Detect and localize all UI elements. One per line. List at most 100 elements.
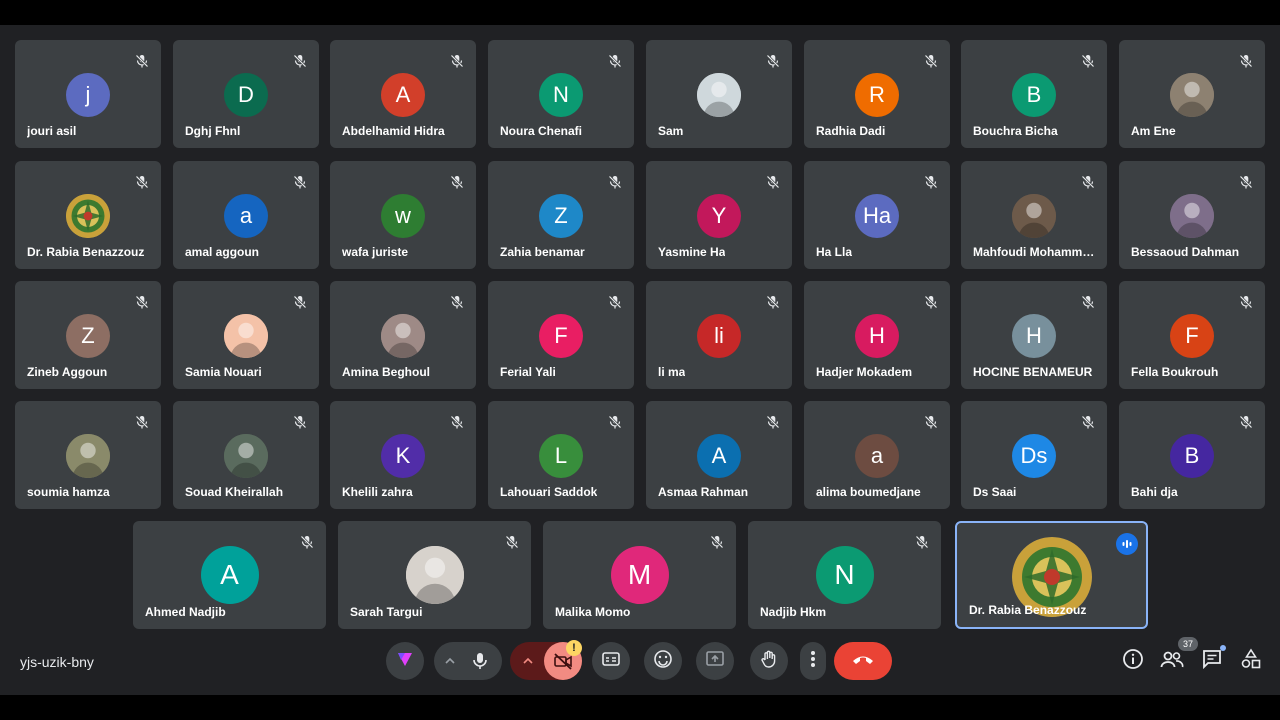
mic-off-icon [1239, 415, 1253, 429]
avatar: A [381, 73, 425, 117]
mic-off-icon [608, 295, 622, 309]
mic-off-icon [135, 415, 149, 429]
avatar: M [610, 546, 669, 604]
mic-off-icon [766, 295, 780, 309]
bottom-control-bar: yjs-uzik-bny ! [0, 640, 1280, 684]
participant-tile[interactable]: A Ahmed Nadjib [133, 521, 326, 629]
avatar: D [224, 73, 268, 117]
participant-tile[interactable]: Am Ene [1119, 40, 1265, 148]
participant-tile[interactable]: w wafa juriste [330, 161, 476, 269]
participant-name: Dr. Rabia Benazzouz [969, 603, 1087, 617]
avatar [66, 434, 110, 478]
avatar: B [1012, 73, 1056, 117]
participant-tile[interactable]: Sarah Targui [338, 521, 531, 629]
participant-tile[interactable]: R Radhia Dadi [804, 40, 950, 148]
participant-tile[interactable]: F Ferial Yali [488, 281, 634, 389]
participant-tile[interactable]: Y Yasmine Ha [646, 161, 792, 269]
avatar: Ds [1012, 434, 1056, 478]
camera-options-chevron-icon[interactable] [522, 654, 534, 672]
participant-tile[interactable]: F Fella Boukrouh [1119, 281, 1265, 389]
participant-tile[interactable]: K Khelili zahra [330, 401, 476, 509]
mic-off-icon [135, 295, 149, 309]
participant-name: Bouchra Bicha [973, 124, 1058, 138]
people-button[interactable] [1159, 648, 1185, 674]
participant-tile[interactable]: Dr. Rabia Benazzouz [15, 161, 161, 269]
participant-name: Mahfoudi Mohammed [973, 245, 1095, 259]
leave-call-button[interactable] [834, 642, 892, 680]
participant-name: Sam [658, 124, 684, 138]
participant-tile[interactable]: Z Zahia benamar [488, 161, 634, 269]
mic-off-icon [450, 175, 464, 189]
avatar: N [539, 73, 583, 117]
mic-off-icon [1239, 54, 1253, 68]
participant-tile[interactable]: A Abdelhamid Hidra [330, 40, 476, 148]
participant-tile[interactable]: Souad Kheirallah [173, 401, 319, 509]
reactions-button[interactable] [644, 642, 682, 680]
participant-tile[interactable]: Ha Ha Lla [804, 161, 950, 269]
participant-name: Asmaa Rahman [658, 485, 749, 499]
mic-options-chevron-icon[interactable] [444, 654, 456, 672]
participant-tile[interactable]: j jouri asil [15, 40, 161, 148]
mic-off-icon [505, 535, 519, 549]
participant-name: HOCINE BENAMEUR [973, 365, 1093, 379]
avatar: a [855, 434, 899, 478]
avatar: w [381, 194, 425, 238]
raise-hand-button[interactable] [750, 642, 788, 680]
participant-tile[interactable]: Amina Beghoul [330, 281, 476, 389]
participant-name: Abdelhamid Hidra [342, 124, 445, 138]
more-options-button[interactable] [800, 642, 826, 680]
mic-off-icon [924, 175, 938, 189]
participant-tile[interactable]: Z Zineb Aggoun [15, 281, 161, 389]
captions-button[interactable] [592, 642, 630, 680]
avatar [1170, 73, 1214, 117]
participant-tile[interactable]: D Dghj Fhnl [173, 40, 319, 148]
participant-name: Lahouari Saddok [500, 485, 598, 499]
avatar [1170, 194, 1214, 238]
avatar: Z [66, 314, 110, 358]
avatar [224, 434, 268, 478]
participant-name: Dghj Fhnl [185, 124, 241, 138]
participant-tile[interactable]: Sam [646, 40, 792, 148]
mic-off-icon [924, 54, 938, 68]
participant-tile[interactable]: li li ma [646, 281, 792, 389]
participant-tile[interactable]: Bessaoud Dahman [1119, 161, 1265, 269]
participant-name: Fella Boukrouh [1131, 365, 1219, 379]
mic-off-icon [608, 175, 622, 189]
participant-name: Nadjib Hkm [760, 605, 827, 619]
participant-name: li ma [658, 365, 686, 379]
activities-button[interactable] [386, 642, 424, 680]
activities-tools-button[interactable] [1238, 648, 1264, 674]
participant-tile[interactable]: Dr. Rabia Benazzouz [955, 521, 1148, 629]
activities-icon [395, 649, 415, 674]
meeting-details-button[interactable] [1120, 648, 1146, 674]
participant-tile[interactable]: L Lahouari Saddok [488, 401, 634, 509]
participant-tile[interactable]: N Nadjib Hkm [748, 521, 941, 629]
participant-tile[interactable]: A Asmaa Rahman [646, 401, 792, 509]
mic-off-icon [1081, 175, 1095, 189]
participant-tile[interactable]: B Bahi dja [1119, 401, 1265, 509]
mic-off-icon [293, 295, 307, 309]
chat-button[interactable] [1199, 645, 1226, 674]
avatar: A [200, 546, 259, 604]
microphone-group [434, 642, 502, 680]
participant-tile[interactable]: H HOCINE BENAMEUR [961, 281, 1107, 389]
present-screen-button[interactable] [696, 642, 734, 680]
participant-tile[interactable]: Mahfoudi Mohammed [961, 161, 1107, 269]
warning-icon: ! [566, 640, 582, 656]
avatar [1012, 194, 1056, 238]
emoji-icon [653, 649, 673, 674]
avatar [381, 314, 425, 358]
microphone-button[interactable] [470, 651, 490, 676]
participant-tile[interactable]: B Bouchra Bicha [961, 40, 1107, 148]
participant-tile[interactable]: H Hadjer Mokadem [804, 281, 950, 389]
avatar: F [539, 314, 583, 358]
participant-tile[interactable]: a amal aggoun [173, 161, 319, 269]
participant-name: Dr. Rabia Benazzouz [27, 245, 145, 259]
avatar: Z [539, 194, 583, 238]
participant-tile[interactable]: soumia hamza [15, 401, 161, 509]
participant-tile[interactable]: a alima boumedjane [804, 401, 950, 509]
participant-tile[interactable]: N Noura Chenafi [488, 40, 634, 148]
participant-tile[interactable]: Ds Ds Saai [961, 401, 1107, 509]
participant-tile[interactable]: M Malika Momo [543, 521, 736, 629]
participant-tile[interactable]: Samia Nouari [173, 281, 319, 389]
